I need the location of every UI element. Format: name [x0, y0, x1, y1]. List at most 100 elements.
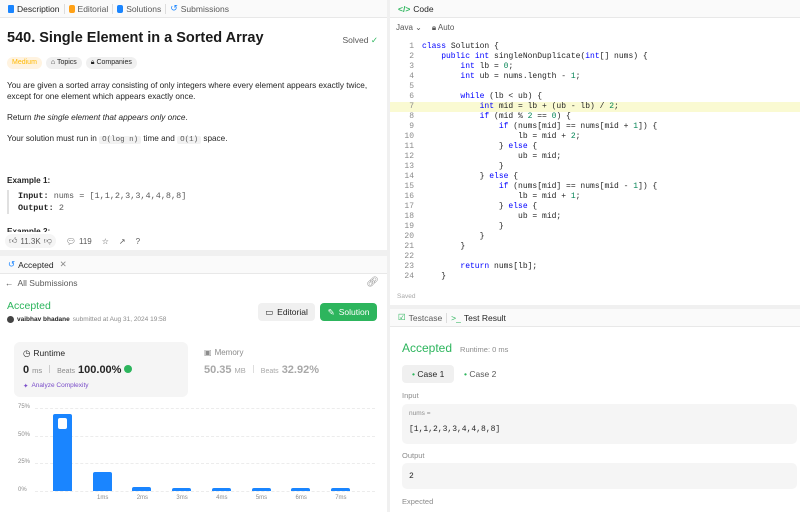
code-text: if (mid % 2 == 0) { [479, 112, 571, 121]
chart-bar[interactable] [132, 486, 152, 491]
code-line[interactable]: 14 } else { [390, 172, 800, 182]
case-2-tab[interactable]: • Case 2 [454, 365, 506, 383]
problem-return: Return the single element that appears o… [7, 112, 377, 123]
chart-bar[interactable] [330, 487, 350, 491]
editorial-button[interactable]: ▭ Editorial [258, 303, 315, 321]
tab-submissions-label: Submissions [180, 3, 229, 14]
help-icon[interactable]: ? [136, 237, 140, 246]
tab-testcase[interactable]: ☑ Testcase [394, 312, 446, 323]
code-text: lb = mid + 1; [422, 192, 581, 201]
runtime-beats: 100.00% [78, 364, 122, 376]
language-select[interactable]: Java ⌄ [396, 23, 422, 33]
test-status: Accepted Runtime: 0 ms [402, 341, 508, 355]
topics-chip[interactable]: ⌂ Topics [45, 57, 82, 69]
test-status-label: Accepted [402, 341, 453, 355]
line-number: 17 [404, 202, 414, 211]
companies-chip[interactable]: 🔒︎ Companies [85, 57, 137, 69]
arrow-left-icon: ← [5, 278, 14, 288]
solved-label: Solved [342, 35, 369, 45]
solution-button[interactable]: ✎ Solution [320, 303, 377, 321]
example-title: Example 1: [7, 176, 51, 185]
companies-label: Companies [96, 59, 132, 66]
code-line[interactable]: 5 [390, 82, 800, 92]
code-body[interactable]: 1 class Solution {2 public int singleNonD… [390, 42, 800, 282]
analyze-complexity-button[interactable]: ✦ Analyze Complexity [23, 382, 89, 390]
chart-bar[interactable] [92, 472, 112, 491]
code-line[interactable]: 7 int mid = lb + (ub - lb) / 2; [390, 102, 800, 112]
code-line[interactable]: 21 } [390, 242, 800, 252]
code-line[interactable]: 22 [390, 252, 800, 262]
code-line[interactable]: 6 while (lb < ub) { [390, 92, 800, 102]
back-to-submissions[interactable]: ← All Submissions [5, 278, 78, 288]
code-line[interactable]: 4 int ub = nums.length - 1; [390, 72, 800, 82]
code-line[interactable]: 2 public int singleNonDuplicate(int[] nu… [390, 52, 800, 62]
code-line[interactable]: 24 } [390, 272, 800, 282]
line-number: 12 [404, 152, 414, 161]
code-line[interactable]: 18 ub = mid; [390, 212, 800, 222]
tab-accepted[interactable]: ↺ Accepted ✕ [4, 259, 71, 270]
output-field: 2 [402, 463, 797, 489]
test-runtime: Runtime: 0 ms [460, 345, 509, 354]
tab-description[interactable]: Description [4, 4, 64, 14]
link-icon[interactable]: 🔗︎ [366, 277, 379, 288]
case-1-label: Case 1 [417, 369, 445, 379]
code-line[interactable]: 9 if (nums[mid] == nums[mid + 1]) { [390, 122, 800, 132]
code-line[interactable]: 15 if (nums[mid] == nums[mid - 1]) { [390, 182, 800, 192]
code-line[interactable]: 17 } else { [390, 202, 800, 212]
line-number: 5 [409, 82, 414, 91]
like-button[interactable]: 👍︎ 11.3K 👎︎ [5, 234, 56, 248]
close-icon[interactable]: ✕ [60, 259, 67, 270]
thumbs-down-icon[interactable]: 👎︎ [44, 236, 52, 246]
avatar[interactable] [7, 316, 14, 323]
chart-x-tick: 3ms [176, 495, 188, 501]
tab-code[interactable]: </> Code [394, 4, 438, 14]
code-line[interactable]: 13 } [390, 162, 800, 172]
code-line[interactable]: 23 return nums[lb]; [390, 262, 800, 272]
chart-bar[interactable] [251, 487, 271, 491]
star-icon[interactable]: ☆ [102, 237, 109, 246]
memory-beats-label: Beats [260, 368, 279, 375]
case-1-tab[interactable]: • Case 1 [402, 365, 455, 383]
code-line[interactable]: 8 if (mid % 2 == 0) { [390, 112, 800, 122]
code-line[interactable]: 11 } else { [390, 142, 800, 152]
comments-button[interactable]: 💬︎ 119 [66, 237, 92, 246]
share-icon[interactable]: ↗ [119, 237, 126, 246]
problem-tags: Medium ⌂ Topics 🔒︎ Companies [7, 57, 137, 69]
code-text: } [422, 272, 447, 281]
code-line[interactable]: 3 int lb = 0; [390, 62, 800, 72]
code-text: } else { [422, 142, 538, 151]
code-text: int mid = lb + (ub - lb) / 2; [479, 102, 619, 111]
auto-mode[interactable]: 🔒︎ Auto [432, 23, 455, 33]
code-text: int lb = 0; [460, 62, 514, 71]
code-line[interactable]: 19 } [390, 222, 800, 232]
checkbox-icon: ☑ [398, 312, 406, 322]
chart-bar[interactable] [211, 487, 231, 491]
tab-test-result[interactable]: >_ Test Result [447, 313, 510, 323]
code-line[interactable]: 16 lb = mid + 1; [390, 192, 800, 202]
tab-solutions[interactable]: Solutions [113, 4, 165, 14]
code-text: } else { [422, 202, 538, 211]
runtime-card[interactable]: ◷ Runtime 0 ms Beats 100.00% ✦ Analyze Com… [14, 342, 188, 397]
input-var-value: [1,1,2,3,3,4,4,8,8] [409, 425, 501, 434]
code-line[interactable]: 1 class Solution { [390, 42, 800, 52]
runtime-value: 0 [23, 364, 30, 376]
chart-y-tick: 25% [18, 459, 31, 466]
tab-editorial[interactable]: Editorial [65, 4, 113, 14]
constraint-post: space. [201, 134, 228, 143]
problem-title[interactable]: 540. Single Element in a Sorted Array [7, 30, 264, 46]
sparkle-icon: ✦ [23, 383, 29, 390]
submission-meta: vaibhav bhadane submitted at Aug 31, 202… [7, 316, 166, 323]
divider [252, 365, 254, 373]
code-line[interactable]: 10 lb = mid + 2; [390, 132, 800, 142]
tab-test-result-label: Test Result [463, 312, 506, 323]
memory-card[interactable]: ▣ Memory 50.35 MB Beats 32.92% [196, 342, 376, 397]
tab-submissions[interactable]: ↺ Submissions [166, 3, 233, 14]
username[interactable]: vaibhav bhadane [17, 316, 70, 323]
code-line[interactable]: 12 ub = mid; [390, 152, 800, 162]
memory-header: ▣ Memory [204, 348, 243, 357]
code-line[interactable]: 20 } [390, 232, 800, 242]
chart-bar[interactable] [291, 487, 311, 491]
case-2-label: Case 2 [469, 369, 497, 379]
code-text: ub = mid; [422, 152, 562, 161]
chart-bar[interactable] [172, 487, 192, 491]
